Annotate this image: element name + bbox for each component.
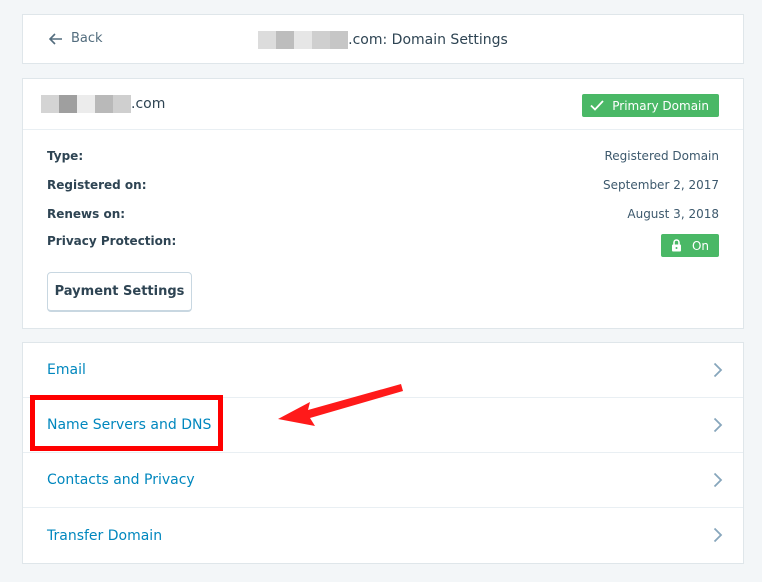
nav-item-label: Name Servers and DNS [47, 417, 212, 433]
chevron-right-icon [713, 472, 723, 488]
payment-settings-button[interactable]: Payment Settings [47, 272, 192, 312]
detail-value: September 2, 2017 [603, 178, 719, 192]
detail-label: Type: [47, 149, 84, 163]
lock-icon [671, 239, 681, 252]
detail-label: Privacy Protection: [47, 234, 177, 248]
detail-row-type: Type: Registered Domain [47, 147, 719, 165]
nav-item-label: Contacts and Privacy [47, 472, 195, 488]
checkmark-icon [590, 100, 604, 111]
detail-label: Registered on: [47, 178, 147, 192]
detail-value: Registered Domain [604, 149, 719, 163]
chevron-right-icon [713, 527, 723, 543]
primary-domain-badge: Primary Domain [582, 94, 719, 117]
redacted-domain [258, 31, 349, 49]
nav-item-contacts-privacy[interactable]: Contacts and Privacy [23, 453, 743, 508]
domain-card: .com Primary Domain Type: Registered Dom… [22, 78, 744, 329]
chevron-right-icon [713, 417, 723, 433]
nav-item-label: Email [47, 362, 86, 378]
detail-row-privacy: Privacy Protection: On [47, 234, 719, 257]
privacy-protection-toggle[interactable]: On [660, 234, 719, 257]
detail-row-renews: Renews on: August 3, 2018 [47, 205, 719, 223]
detail-label: Renews on: [47, 207, 126, 221]
domain-card-header: .com Primary Domain [23, 79, 743, 130]
detail-value: August 3, 2018 [627, 207, 719, 221]
primary-domain-label: Primary Domain [612, 98, 709, 113]
redacted-domain [41, 95, 131, 113]
domain-name-suffix: .com [131, 96, 166, 112]
annotation-arrow-icon [278, 384, 403, 426]
nav-item-label: Transfer Domain [47, 527, 163, 544]
chevron-right-icon [713, 362, 723, 378]
page-header: Back .com: Domain Settings [22, 14, 744, 64]
privacy-toggle-label: On [691, 238, 709, 253]
page-title-text: .com: Domain Settings [348, 32, 508, 48]
detail-row-registered: Registered on: September 2, 2017 [47, 176, 719, 194]
domain-name: .com [41, 95, 165, 113]
page-title: .com: Domain Settings [23, 31, 743, 49]
nav-item-transfer-domain[interactable]: Transfer Domain [23, 508, 743, 563]
